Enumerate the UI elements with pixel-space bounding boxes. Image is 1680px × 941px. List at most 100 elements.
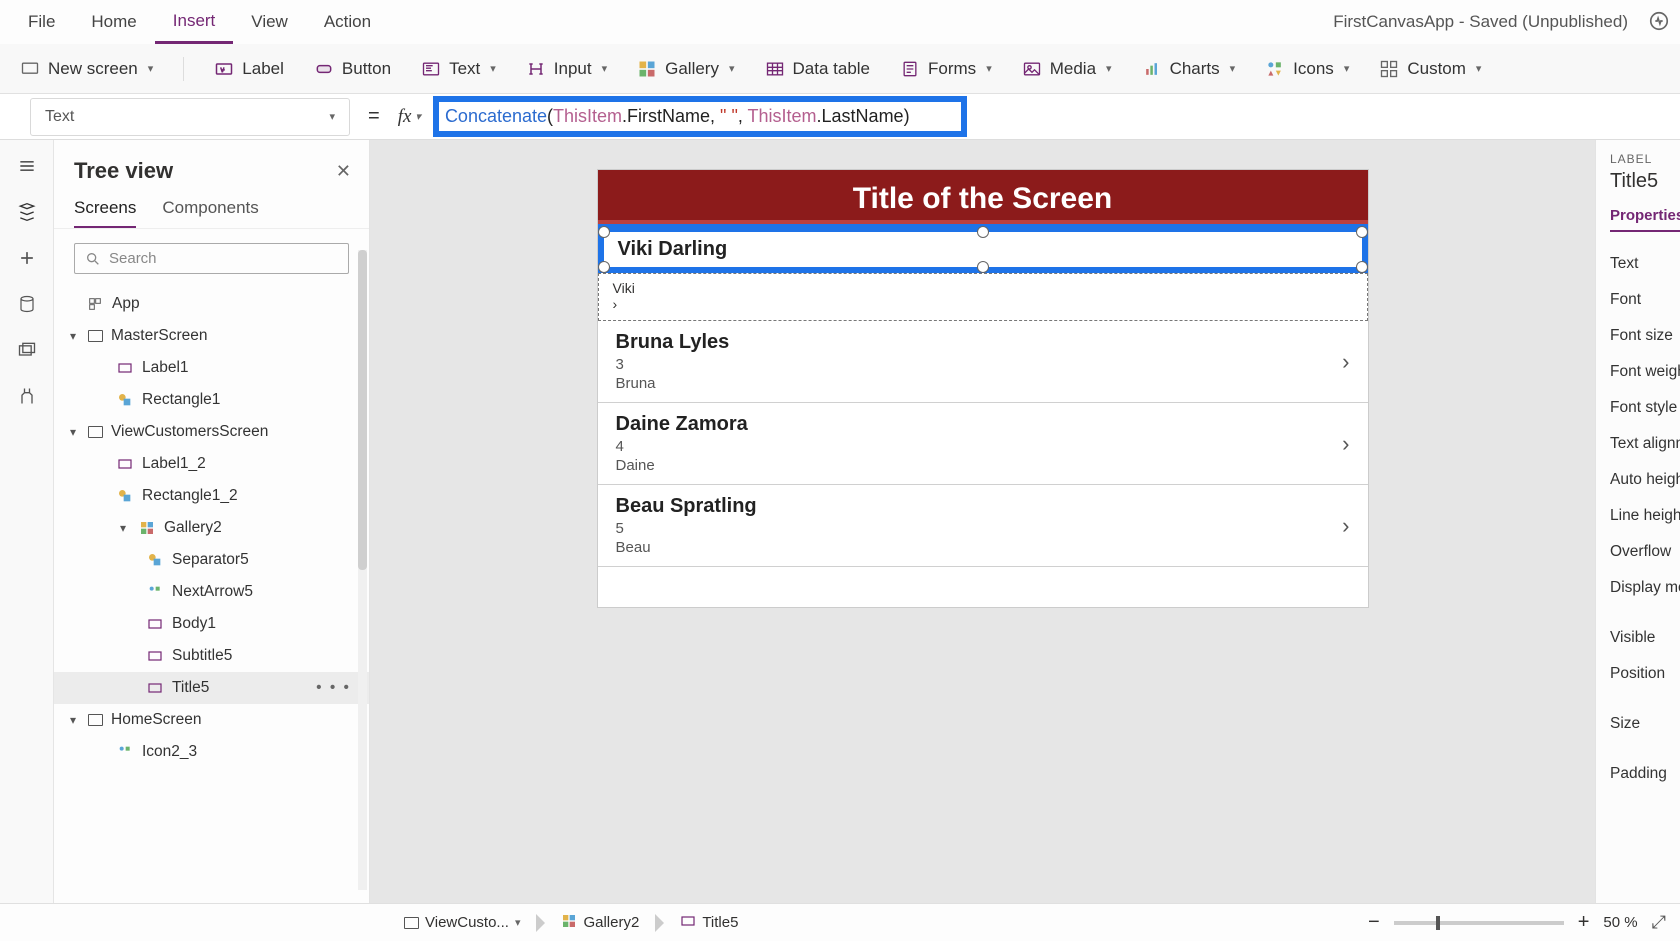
canvas-area[interactable]: Title of the Screen Viki Darling Viki › … (370, 140, 1595, 903)
gallery-item[interactable]: Daine Zamora 4 Daine › (598, 403, 1368, 485)
hamburger-icon[interactable] (15, 154, 39, 178)
tree-node-gallery2[interactable]: ▾Gallery2 (54, 512, 369, 544)
workspace: Tree view ✕ Screens Components Search Ap… (0, 140, 1680, 903)
gallery-icon (561, 913, 577, 933)
prop-visible[interactable]: Visible (1610, 620, 1680, 656)
gallery-item-title[interactable]: Viki Darling (618, 238, 1348, 261)
menu-file[interactable]: File (10, 2, 73, 42)
tree-node-icon2-3[interactable]: Icon2_3 (54, 736, 369, 768)
equals-sign: = (368, 105, 380, 128)
add-icon[interactable] (15, 246, 39, 270)
charts-button[interactable]: Charts▾ (1142, 59, 1236, 79)
tree-search-input[interactable]: Search (74, 243, 349, 274)
tree-node-rectangle1-2[interactable]: Rectangle1_2 (54, 480, 369, 512)
more-icon[interactable]: • • • (316, 679, 363, 697)
menu-view[interactable]: View (233, 2, 306, 42)
media-rail-icon[interactable] (15, 338, 39, 362)
formula-highlight-box: Concatenate(ThisItem.FirstName, " ", Thi… (433, 96, 967, 137)
prop-display-mode[interactable]: Display mod (1610, 570, 1680, 606)
formula-input[interactable]: Concatenate(ThisItem.FirstName, " ", Thi… (445, 106, 955, 127)
tree-node-title5[interactable]: Title5• • • (54, 672, 369, 704)
prop-overflow[interactable]: Overflow (1610, 534, 1680, 570)
zoom-in-button[interactable]: + (1578, 911, 1590, 934)
tree-node-rectangle1[interactable]: Rectangle1 (54, 384, 369, 416)
input-button[interactable]: Input▾ (526, 59, 607, 79)
crumb-screen[interactable]: ViewCusto... ▾ (394, 910, 530, 935)
prop-text[interactable]: Text (1610, 246, 1680, 282)
prop-line-height[interactable]: Line height (1610, 498, 1680, 534)
property-selector-value: Text (45, 108, 74, 126)
tree-node-label1[interactable]: Label1 (54, 352, 369, 384)
label-icon (146, 679, 164, 697)
data-table-button[interactable]: Data table (765, 59, 871, 79)
chevron-right-icon[interactable]: › (1342, 513, 1349, 539)
menu-action[interactable]: Action (306, 2, 389, 42)
tree-list: App ▾MasterScreen Label1 Rectangle1 ▾Vie… (54, 288, 369, 903)
gallery-item-body[interactable]: Viki (613, 280, 1353, 296)
gallery-item-body: Daine (616, 457, 1350, 474)
tree-node-homescreen[interactable]: ▾HomeScreen (54, 704, 369, 736)
tree-scrollbar[interactable] (358, 250, 367, 890)
chevron-right-icon[interactable]: › (613, 296, 618, 312)
prop-text-align[interactable]: Text alignme (1610, 426, 1680, 462)
chevron-right-icon[interactable]: › (1342, 431, 1349, 457)
screen-preview[interactable]: Title of the Screen Viki Darling Viki › … (598, 170, 1368, 607)
tab-components[interactable]: Components (162, 198, 258, 228)
tree-node-separator5[interactable]: Separator5 (54, 544, 369, 576)
gallery-item[interactable]: Bruna Lyles 3 Bruna › (598, 321, 1368, 403)
menu-insert[interactable]: Insert (155, 1, 234, 44)
prop-auto-height[interactable]: Auto height (1610, 462, 1680, 498)
fx-label[interactable]: fx ▾ (398, 106, 421, 128)
gallery-item[interactable]: Beau Spratling 5 Beau › (598, 485, 1368, 567)
gallery-item-body: Bruna (616, 375, 1350, 392)
screen-title-label[interactable]: Title of the Screen (598, 170, 1368, 220)
prop-font-weight[interactable]: Font weight (1610, 354, 1680, 390)
status-bar: ViewCusto... ▾ Gallery2 Title5 − + 50 % … (0, 903, 1680, 941)
tree-node-app[interactable]: App (54, 288, 369, 320)
props-tab-properties[interactable]: Properties (1610, 207, 1680, 232)
gallery-item-title: Daine Zamora (616, 413, 1350, 436)
close-icon[interactable]: ✕ (336, 161, 351, 182)
gallery-item-body: Beau (616, 539, 1350, 556)
expand-icon[interactable]: ⤢ (1652, 912, 1666, 933)
crumb-gallery[interactable]: Gallery2 (551, 909, 649, 937)
label-button[interactable]: Label (214, 59, 284, 79)
prop-padding[interactable]: Padding (1610, 756, 1680, 792)
custom-button[interactable]: Custom▾ (1379, 59, 1481, 79)
zoom-slider[interactable] (1394, 921, 1564, 925)
media-button[interactable]: Media▾ (1022, 59, 1112, 79)
tools-icon[interactable] (15, 384, 39, 408)
app-icon (86, 295, 104, 313)
menu-home[interactable]: Home (73, 2, 154, 42)
new-screen-button[interactable]: New screen▾ (20, 59, 153, 79)
tree-node-body1[interactable]: Body1 (54, 608, 369, 640)
gallery-template-row[interactable]: Viki › (598, 273, 1368, 321)
data-icon[interactable] (15, 292, 39, 316)
gallery-button[interactable]: Gallery▾ (637, 59, 734, 79)
icons-button[interactable]: Icons▾ (1265, 59, 1349, 79)
text-button[interactable]: Text▾ (421, 59, 496, 79)
tree-node-subtitle5[interactable]: Subtitle5 (54, 640, 369, 672)
chevron-right-icon[interactable]: › (1342, 349, 1349, 375)
tab-screens[interactable]: Screens (74, 198, 136, 228)
button-button[interactable]: Button (314, 59, 391, 79)
tree-node-nextarrow5[interactable]: NextArrow5 (54, 576, 369, 608)
prop-position[interactable]: Position (1610, 656, 1680, 692)
prop-size[interactable]: Size (1610, 706, 1680, 742)
prop-font-size[interactable]: Font size (1610, 318, 1680, 354)
forms-button[interactable]: Forms▾ (900, 59, 992, 79)
tree-node-viewcustomersscreen[interactable]: ▾ViewCustomersScreen (54, 416, 369, 448)
gallery-item-selected[interactable]: Viki Darling (598, 224, 1368, 273)
tree-view-icon[interactable] (15, 200, 39, 224)
health-icon[interactable] (1648, 10, 1670, 35)
crumb-title[interactable]: Title5 (670, 909, 748, 937)
zoom-out-button[interactable]: − (1368, 911, 1380, 934)
property-selector[interactable]: Text ▾ (30, 98, 350, 136)
gallery-label: Gallery (665, 59, 719, 79)
tree-node-masterscreen[interactable]: ▾MasterScreen (54, 320, 369, 352)
prop-font[interactable]: Font (1610, 282, 1680, 318)
prop-font-style[interactable]: Font style (1610, 390, 1680, 426)
tree-node-label1-2[interactable]: Label1_2 (54, 448, 369, 480)
props-type-label: LABEL (1610, 152, 1680, 166)
breadcrumb: ViewCusto... ▾ Gallery2 Title5 (394, 909, 748, 937)
